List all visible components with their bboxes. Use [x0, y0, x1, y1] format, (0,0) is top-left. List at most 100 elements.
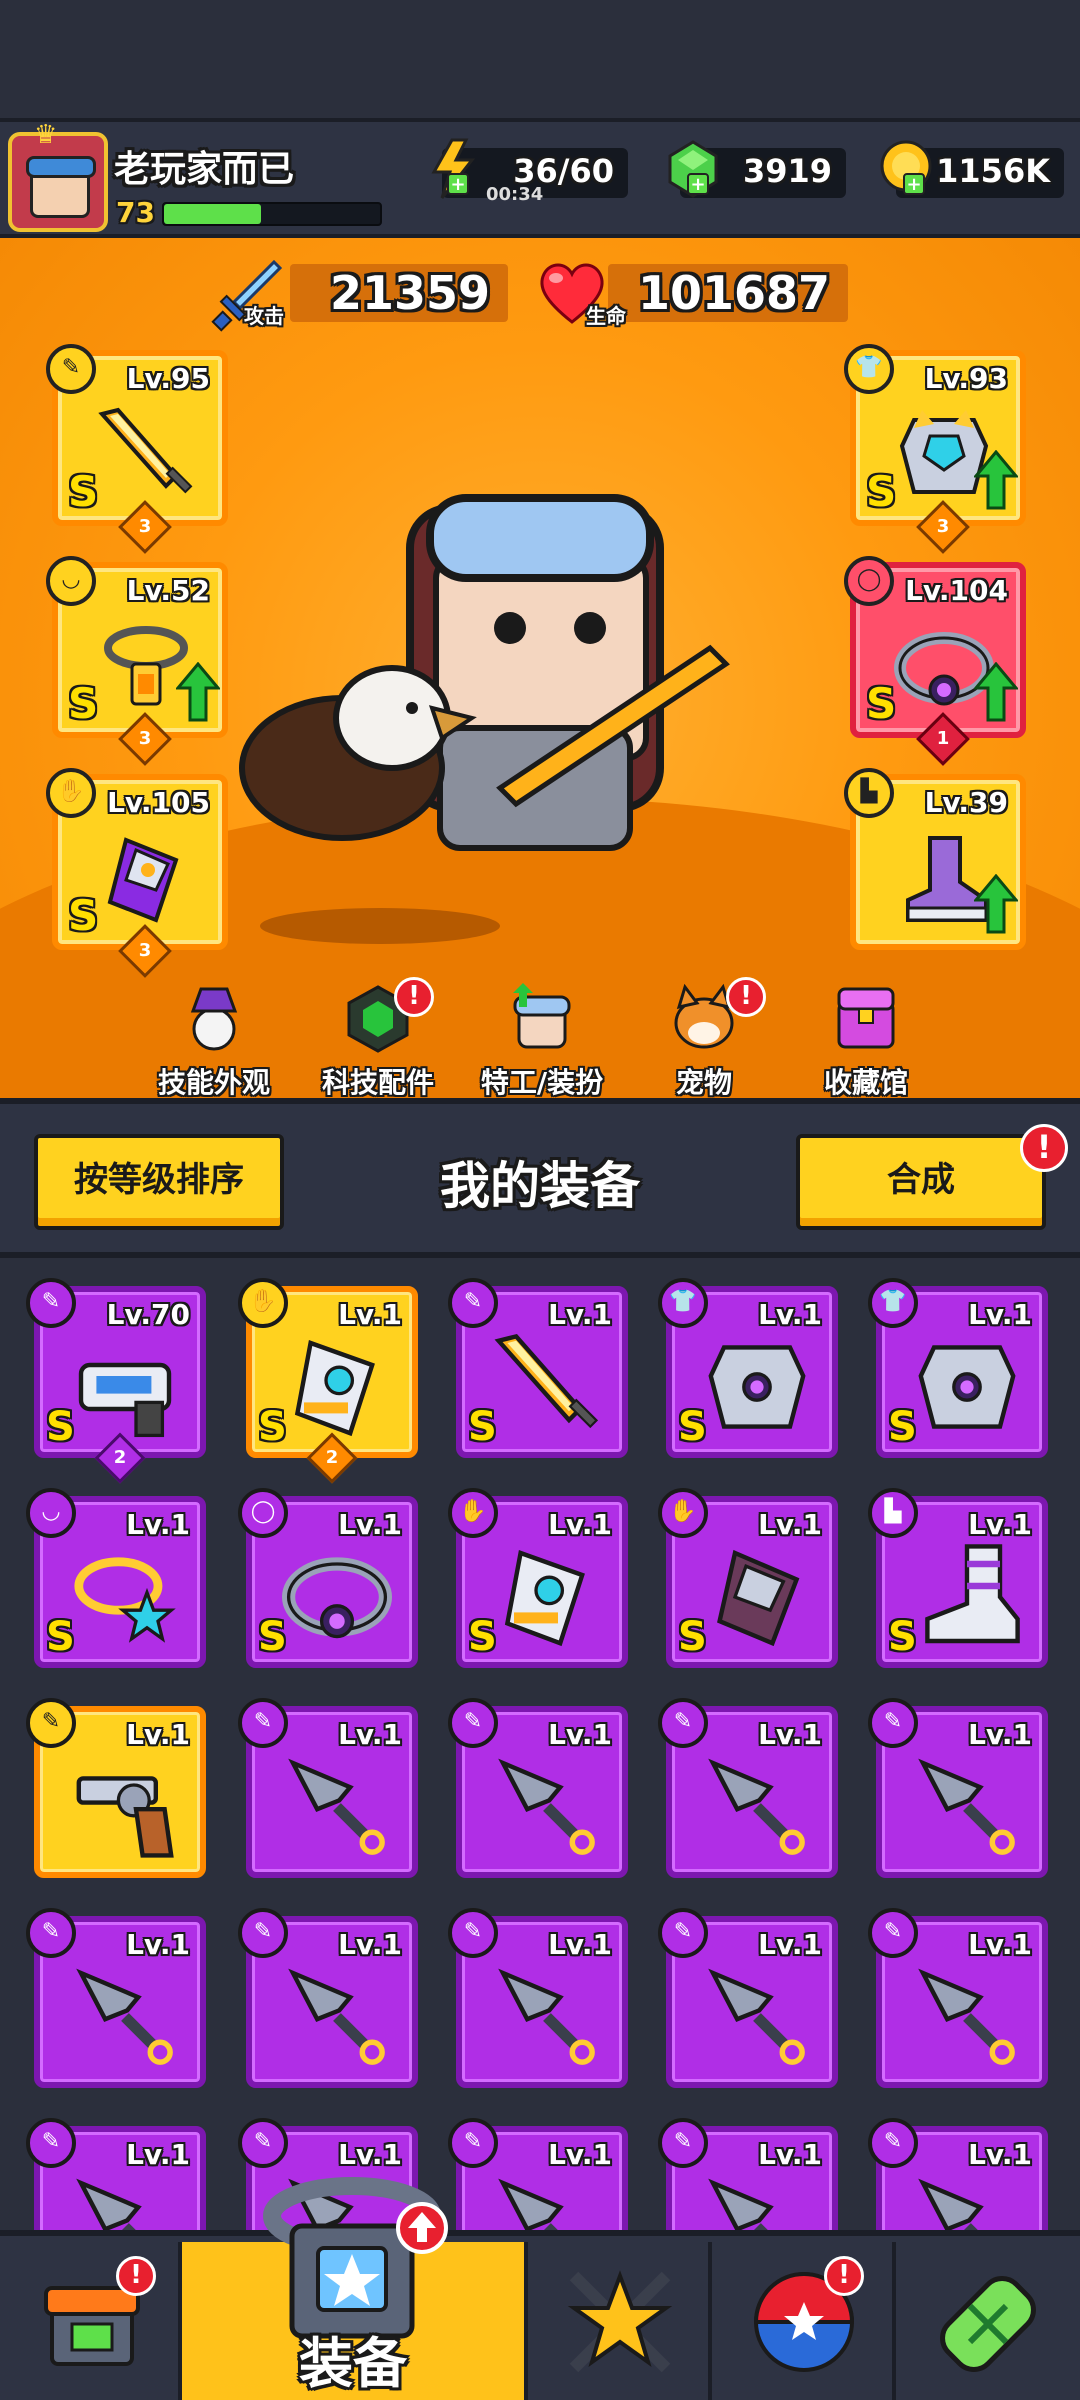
menu-collection[interactable]: 收藏馆 [786, 983, 946, 1098]
player-header: ♛ 老玩家而已 73 + 36/60 00:34 + 3919 + 1156K [0, 118, 1080, 238]
item-level: Lv.1 [758, 1298, 822, 1331]
kunai-icon [288, 1758, 385, 1855]
inventory-item[interactable]: ✎ Lv.1 [26, 1908, 206, 2088]
armor-stars: 3 [916, 500, 970, 554]
nav-equip-tab[interactable]: 装备 [182, 2177, 528, 2400]
menu-tech-label: 科技配件 [321, 1066, 434, 1098]
menu-agents[interactable]: 特工/装扮 [462, 983, 622, 1098]
gloves-grade: S [68, 891, 99, 940]
menu-tech[interactable]: ! 科技配件 [298, 977, 458, 1098]
inventory-item[interactable]: ✎ Lv.1 [868, 1908, 1048, 2088]
item-grade: S [678, 1404, 707, 1450]
inventory-item[interactable]: ✎ Lv.70 S 2 [26, 1278, 206, 1484]
weapon-type-icon: ✎ [868, 2118, 918, 2168]
star-swords-icon [567, 2270, 673, 2373]
inventory-item[interactable]: 👕 Lv.1 S [868, 1278, 1048, 1458]
item-level: Lv.1 [338, 1718, 402, 1751]
merge-alert-badge: ! [1020, 1124, 1068, 1172]
armor-type-icon: 👕 [844, 344, 894, 394]
inventory-item[interactable]: ✎ Lv.1 [26, 1698, 206, 1878]
weapon-type-icon: ✎ [868, 1908, 918, 1958]
inventory-item[interactable]: ✎ Lv.1 [238, 1908, 418, 2088]
attack-value: 21359 [330, 266, 491, 320]
kunai-icon [918, 1758, 1015, 1855]
coin-icon: + [880, 140, 932, 195]
item-level: Lv.1 [548, 1508, 612, 1541]
item-level: Lv.1 [338, 1298, 402, 1331]
inventory-item[interactable]: ▙ Lv.1 S [868, 1488, 1048, 1668]
necklace-type-icon: ◡ [26, 1488, 76, 1538]
ring-level: Lv.104 [905, 574, 1008, 607]
item-level: Lv.1 [548, 2138, 612, 2171]
ring-type-icon: ◯ [238, 1488, 288, 1538]
inventory-item[interactable]: ✎ Lv.1 [868, 1698, 1048, 1878]
equipped-ring-slot[interactable]: ◯ Lv.104 S 1 [844, 556, 1026, 766]
item-level: Lv.1 [968, 1298, 1032, 1331]
inventory-item[interactable]: ◡ Lv.1 S [26, 1488, 206, 1668]
weapon-type-icon: ✎ [448, 1908, 498, 1958]
inventory-item[interactable]: ✎ Lv.1 [658, 1698, 838, 1878]
inventory-item[interactable]: ✎ Lv.1 [238, 1698, 418, 1878]
kunai-icon [498, 2178, 564, 2230]
inventory-item[interactable]: ✋ Lv.1 S 2 [238, 1278, 418, 1484]
starring-icon [74, 1557, 176, 1643]
coin-counter[interactable]: + 1156K [880, 140, 1064, 198]
inventory-item[interactable]: ✎ Lv.1 [26, 2118, 206, 2230]
claw-icon [717, 1549, 800, 1647]
player-level: 73 [116, 196, 155, 229]
equipped-gloves-slot[interactable]: ✋ Lv.105 S 3 [46, 768, 228, 978]
svg-text:+: + [906, 174, 921, 195]
nav-equip-label: 装备 [299, 2332, 407, 2395]
gem-value: 3919 [742, 152, 832, 190]
treasure-chest-icon [837, 987, 895, 1049]
weapon-type-icon: ✎ [658, 2118, 708, 2168]
inventory-item[interactable]: ✎ Lv.1 [448, 2118, 628, 2230]
flame-sword-icon [98, 407, 193, 494]
menu-skills[interactable]: 技能外观 [134, 983, 294, 1098]
inventory-item[interactable]: ✋ Lv.1 S [448, 1488, 628, 1668]
merge-button[interactable]: 合成 [796, 1134, 1046, 1230]
inventory-item[interactable]: ✎ Lv.1 [658, 1908, 838, 2088]
weapon-grade: S [68, 467, 99, 516]
menu-pets[interactable]: ! 宠物 [624, 977, 784, 1098]
equipped-armor-slot[interactable]: 👕 Lv.93 S 3 [844, 344, 1026, 554]
agent-head-icon [513, 983, 571, 1049]
item-level: Lv.1 [338, 1928, 402, 1961]
player-avatar[interactable] [8, 132, 108, 232]
item-level: Lv.1 [758, 1508, 822, 1541]
kunai-icon [918, 2178, 984, 2230]
equipped-weapon-slot[interactable]: ✎ Lv.95 S 3 [46, 344, 228, 554]
gem-counter[interactable]: + 3919 [668, 140, 846, 198]
item-grade: S [258, 1404, 287, 1450]
item-level: Lv.1 [758, 1928, 822, 1961]
inventory-item[interactable]: ✎ Lv.1 S [448, 1278, 628, 1458]
upgrade-arrow-icon [974, 450, 1018, 510]
equipped-boots-slot[interactable]: ▙ Lv.39 [844, 768, 1026, 950]
item-grade: S [888, 1404, 917, 1450]
nav-shop-tab[interactable]: ! [0, 2242, 182, 2400]
armor-icon [918, 1345, 1016, 1429]
item-grade: S [46, 1614, 75, 1660]
inventory-item[interactable]: 👕 Lv.1 S [658, 1278, 838, 1458]
nav-gene-tab[interactable] [896, 2242, 1080, 2400]
inventory-item[interactable]: ✎ Lv.1 [658, 2118, 838, 2230]
weapon-type-icon: ✎ [26, 1278, 76, 1328]
inventory-item[interactable]: ✋ Lv.1 S [658, 1488, 838, 1668]
item-level: Lv.1 [548, 1718, 612, 1751]
player-name: 老玩家而已 [114, 149, 295, 190]
gacha-alert-badge: ! [824, 2256, 864, 2296]
sword-icon [494, 1333, 599, 1429]
inventory-item[interactable]: ◯ Lv.1 S [238, 1488, 418, 1668]
boots-type-icon: ▙ [844, 768, 894, 818]
svg-text:+: + [450, 174, 465, 195]
nav-gacha-tab[interactable]: ! [712, 2242, 896, 2400]
energy-counter[interactable]: + 36/60 00:34 [431, 138, 628, 205]
nav-battle-tab[interactable] [528, 2242, 712, 2400]
revolver-icon [76, 1776, 174, 1858]
equipped-necklace-slot[interactable]: ◡ Lv.52 S 3 [46, 556, 228, 766]
kunai-icon [288, 1968, 385, 2065]
inventory-item[interactable]: ✎ Lv.1 [868, 2118, 1048, 2230]
inventory-item[interactable]: ✎ Lv.1 [448, 1698, 628, 1878]
inventory-item[interactable]: ✎ Lv.1 [448, 1908, 628, 2088]
item-grade: S [678, 1614, 707, 1660]
